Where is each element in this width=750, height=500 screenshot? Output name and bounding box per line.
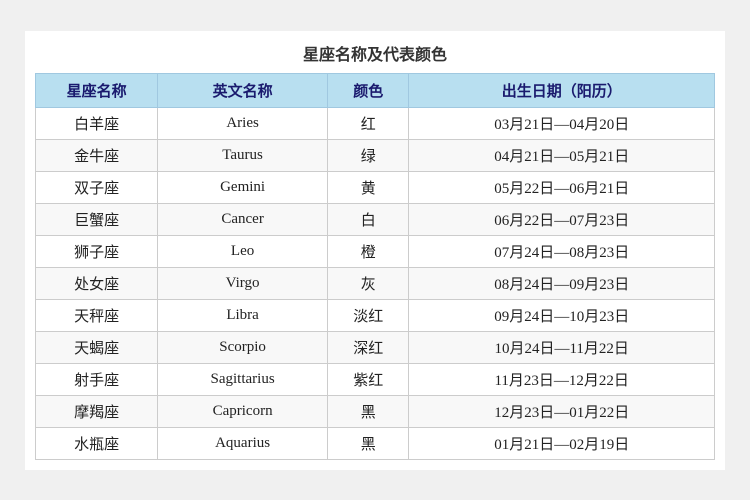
- cell-color: 红: [327, 107, 408, 139]
- cell-en-name: Gemini: [158, 171, 328, 203]
- cell-en-name: Sagittarius: [158, 363, 328, 395]
- table-row: 巨蟹座Cancer白06月22日—07月23日: [36, 203, 715, 235]
- cell-zh-name: 金牛座: [36, 139, 158, 171]
- cell-color: 黑: [327, 395, 408, 427]
- cell-en-name: Taurus: [158, 139, 328, 171]
- cell-color: 紫红: [327, 363, 408, 395]
- cell-color: 橙: [327, 235, 408, 267]
- cell-zh-name: 处女座: [36, 267, 158, 299]
- cell-date: 10月24日—11月22日: [409, 331, 715, 363]
- cell-color: 灰: [327, 267, 408, 299]
- table-row: 摩羯座Capricorn黑12月23日—01月22日: [36, 395, 715, 427]
- header-color: 颜色: [327, 73, 408, 107]
- cell-en-name: Libra: [158, 299, 328, 331]
- main-container: 星座名称及代表颜色 星座名称 英文名称 颜色 出生日期（阳历） 白羊座Aries…: [25, 31, 725, 470]
- cell-zh-name: 双子座: [36, 171, 158, 203]
- cell-en-name: Scorpio: [158, 331, 328, 363]
- table-row: 双子座Gemini黄05月22日—06月21日: [36, 171, 715, 203]
- cell-en-name: Aquarius: [158, 427, 328, 459]
- cell-zh-name: 白羊座: [36, 107, 158, 139]
- header-date: 出生日期（阳历）: [409, 73, 715, 107]
- cell-color: 黄: [327, 171, 408, 203]
- table-row: 金牛座Taurus绿04月21日—05月21日: [36, 139, 715, 171]
- cell-date: 06月22日—07月23日: [409, 203, 715, 235]
- cell-zh-name: 水瓶座: [36, 427, 158, 459]
- header-en-name: 英文名称: [158, 73, 328, 107]
- table-row: 白羊座Aries红03月21日—04月20日: [36, 107, 715, 139]
- header-zh-name: 星座名称: [36, 73, 158, 107]
- cell-en-name: Capricorn: [158, 395, 328, 427]
- cell-zh-name: 巨蟹座: [36, 203, 158, 235]
- cell-date: 12月23日—01月22日: [409, 395, 715, 427]
- cell-color: 绿: [327, 139, 408, 171]
- cell-date: 03月21日—04月20日: [409, 107, 715, 139]
- table-row: 天蝎座Scorpio深红10月24日—11月22日: [36, 331, 715, 363]
- cell-date: 07月24日—08月23日: [409, 235, 715, 267]
- zodiac-table: 星座名称 英文名称 颜色 出生日期（阳历） 白羊座Aries红03月21日—04…: [35, 73, 715, 460]
- cell-color: 白: [327, 203, 408, 235]
- cell-date: 04月21日—05月21日: [409, 139, 715, 171]
- table-body: 白羊座Aries红03月21日—04月20日金牛座Taurus绿04月21日—0…: [36, 107, 715, 459]
- cell-en-name: Cancer: [158, 203, 328, 235]
- table-header-row: 星座名称 英文名称 颜色 出生日期（阳历）: [36, 73, 715, 107]
- table-row: 水瓶座Aquarius黑01月21日—02月19日: [36, 427, 715, 459]
- cell-zh-name: 天秤座: [36, 299, 158, 331]
- cell-color: 深红: [327, 331, 408, 363]
- page-title: 星座名称及代表颜色: [35, 41, 715, 65]
- cell-en-name: Aries: [158, 107, 328, 139]
- cell-zh-name: 射手座: [36, 363, 158, 395]
- cell-color: 黑: [327, 427, 408, 459]
- cell-en-name: Virgo: [158, 267, 328, 299]
- table-row: 处女座Virgo灰08月24日—09月23日: [36, 267, 715, 299]
- cell-date: 01月21日—02月19日: [409, 427, 715, 459]
- table-row: 射手座Sagittarius紫红11月23日—12月22日: [36, 363, 715, 395]
- cell-zh-name: 摩羯座: [36, 395, 158, 427]
- table-row: 天秤座Libra淡红09月24日—10月23日: [36, 299, 715, 331]
- cell-zh-name: 天蝎座: [36, 331, 158, 363]
- cell-color: 淡红: [327, 299, 408, 331]
- cell-date: 09月24日—10月23日: [409, 299, 715, 331]
- cell-zh-name: 狮子座: [36, 235, 158, 267]
- table-row: 狮子座Leo橙07月24日—08月23日: [36, 235, 715, 267]
- cell-date: 11月23日—12月22日: [409, 363, 715, 395]
- cell-date: 05月22日—06月21日: [409, 171, 715, 203]
- cell-en-name: Leo: [158, 235, 328, 267]
- cell-date: 08月24日—09月23日: [409, 267, 715, 299]
